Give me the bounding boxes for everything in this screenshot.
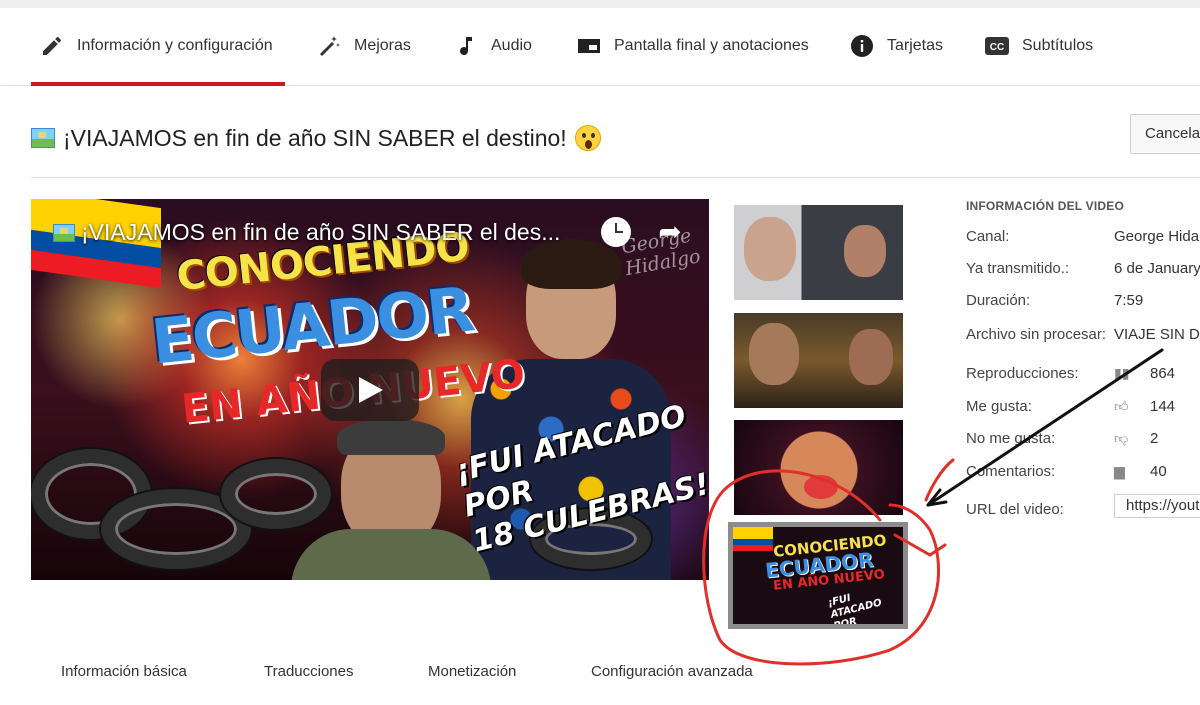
tab-info-settings[interactable]: Información y configuración bbox=[31, 8, 285, 86]
black-arrow-head bbox=[926, 488, 948, 507]
video-url-field[interactable]: https://youtu.be/ bbox=[1114, 494, 1200, 518]
face bbox=[749, 323, 799, 385]
thumbs-up-icon: 👍︎ bbox=[1114, 397, 1129, 414]
face bbox=[849, 329, 893, 385]
channel-value[interactable]: George Hidalgo bbox=[1114, 228, 1200, 245]
tab-translations[interactable]: Traducciones bbox=[264, 660, 354, 684]
tab-audio[interactable]: Audio bbox=[453, 8, 532, 84]
duration-value: 7:59 bbox=[1114, 291, 1144, 309]
tab-label: Subtítulos bbox=[1022, 37, 1094, 54]
bar-chart-icon: ▮▮ bbox=[1114, 364, 1130, 381]
red-tick-annotation bbox=[924, 458, 955, 502]
info-label: Duración: bbox=[966, 291, 1031, 309]
info-row-raw-file: Archivo sin procesar: VIAJE SIN DESTINO bbox=[966, 322, 1200, 346]
tab-basic-info[interactable]: Información básica bbox=[61, 660, 187, 684]
pencil-icon bbox=[39, 33, 65, 59]
info-row-duration: Duración: 7:59 bbox=[966, 288, 1143, 312]
open-mouth bbox=[804, 475, 838, 499]
divider bbox=[31, 177, 1200, 178]
tab-monetization[interactable]: Monetización bbox=[428, 660, 516, 684]
world-map-emoji-icon bbox=[31, 128, 55, 148]
page-title: ¡VIAJAMOS en fin de año SIN SABER el des… bbox=[63, 124, 567, 151]
info-label: Reproducciones: bbox=[966, 364, 1079, 382]
info-icon bbox=[849, 33, 875, 59]
video-info-heading: INFORMACIÓN DEL VIDEO bbox=[966, 199, 1124, 213]
world-map-emoji-icon bbox=[53, 223, 75, 242]
tab-label: Mejoras bbox=[354, 37, 411, 54]
watch-later-icon[interactable] bbox=[601, 217, 631, 247]
info-label: Archivo sin procesar: bbox=[966, 325, 1107, 343]
tab-label: Audio bbox=[491, 37, 532, 54]
info-label: Me gusta: bbox=[966, 397, 1032, 415]
raw-file-value: VIAJE SIN DESTINO bbox=[1114, 325, 1200, 343]
tab-label: Tarjetas bbox=[887, 37, 944, 54]
video-title-row: ¡VIAJAMOS en fin de año SIN SABER el des… bbox=[31, 120, 601, 156]
info-label: URL del video: bbox=[966, 500, 1064, 518]
thumbnail-option-custom-selected[interactable]: CONOCIENDO ECUADOR EN AÑO NUEVO ¡FUI ATA… bbox=[728, 522, 908, 629]
views-value: 864 bbox=[1150, 364, 1176, 382]
info-row-comments: Comentarios: ▆ 40 bbox=[966, 459, 1167, 483]
play-button[interactable] bbox=[321, 359, 419, 421]
info-label: Canal: bbox=[966, 227, 1010, 245]
mini-thumb-text-4: ¡FUI ATACADO POR 18 CULEBRAS! bbox=[827, 581, 903, 624]
cc-icon: CC bbox=[984, 33, 1010, 59]
info-label: Comentarios: bbox=[966, 462, 1056, 480]
thumbs-down-icon: 👎︎ bbox=[1114, 429, 1129, 446]
tab-advanced-settings[interactable]: Configuración avanzada bbox=[591, 660, 753, 684]
tab-cards[interactable]: Tarjetas bbox=[849, 8, 943, 84]
info-row-channel: Canal: George Hidalgo bbox=[966, 224, 1200, 248]
tab-label: Pantalla final y anotaciones bbox=[614, 37, 809, 54]
comment-icon: ▆ bbox=[1114, 462, 1125, 479]
tab-label: Información y configuración bbox=[77, 37, 273, 54]
svg-text:CC: CC bbox=[990, 42, 1004, 53]
music-note-icon bbox=[453, 33, 479, 59]
streamed-value: 6 de January de 2020 bbox=[1114, 259, 1200, 277]
player-title-text: ¡VIAJAMOS en fin de año SIN SABER el des… bbox=[81, 219, 561, 245]
thumbnail-option-2[interactable] bbox=[734, 313, 903, 408]
face bbox=[844, 225, 886, 277]
player-title[interactable]: ¡VIAJAMOS en fin de año SIN SABER el des… bbox=[53, 219, 560, 246]
likes-value: 144 bbox=[1150, 397, 1176, 415]
editor-tabs: Información y configuración Mejoras Audi… bbox=[0, 8, 1200, 86]
info-row-likes: Me gusta: 👍︎ 144 bbox=[966, 394, 1175, 418]
info-row-views: Reproducciones: ▮▮ 864 bbox=[966, 361, 1175, 385]
end-screen-icon bbox=[576, 33, 602, 59]
top-strip bbox=[0, 0, 1200, 8]
snake-graphic bbox=[221, 459, 331, 529]
info-label: Ya transmitido.: bbox=[966, 259, 1070, 277]
share-icon[interactable]: ➦ bbox=[655, 217, 685, 247]
tab-subtitles[interactable]: CC Subtítulos bbox=[984, 8, 1093, 84]
cancel-button[interactable]: Cancelar bbox=[1130, 114, 1200, 154]
info-row-dislikes: No me gusta: 👎︎ 2 bbox=[966, 426, 1158, 450]
info-row-url: URL del video: bbox=[966, 497, 1114, 521]
ecuador-flag bbox=[733, 527, 773, 551]
info-label: No me gusta: bbox=[966, 429, 1056, 447]
video-player[interactable]: CONOCIENDO ECUADOR EN AÑO NUEVO ¡FUI ATA… bbox=[31, 199, 709, 580]
dislikes-value: 2 bbox=[1150, 429, 1159, 447]
tab-end-screen[interactable]: Pantalla final y anotaciones bbox=[576, 8, 809, 84]
info-row-streamed: Ya transmitido.: 6 de January de 2020 bbox=[966, 256, 1200, 280]
thumbnail-option-3[interactable] bbox=[734, 420, 903, 515]
screaming-face-emoji-icon bbox=[574, 125, 601, 151]
magic-wand-icon bbox=[316, 33, 342, 59]
thumbnail-option-1[interactable] bbox=[734, 205, 903, 300]
face bbox=[744, 217, 796, 281]
tab-enhancements[interactable]: Mejoras bbox=[316, 8, 411, 84]
comments-value: 40 bbox=[1150, 462, 1167, 480]
